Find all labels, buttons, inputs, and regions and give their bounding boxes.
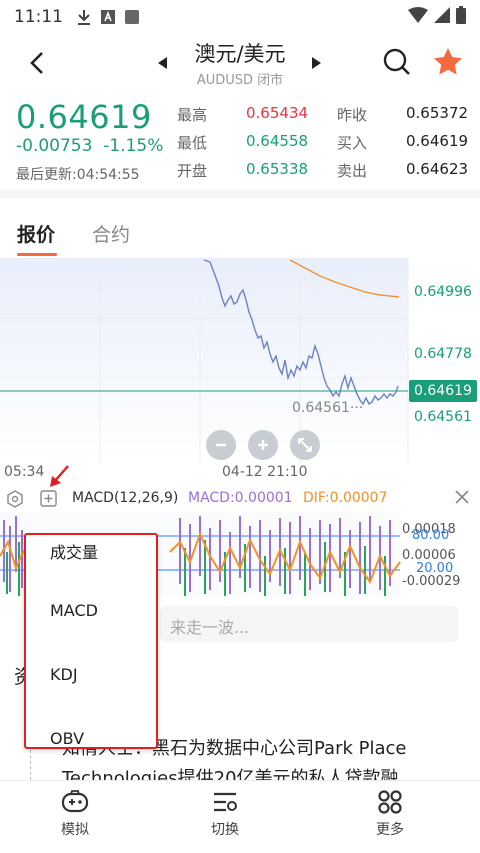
next-symbol-button[interactable]: [312, 54, 321, 73]
current-price-tag: 0.64619: [409, 380, 477, 402]
plus-icon: [258, 440, 268, 450]
zoom-in-button[interactable]: [248, 430, 278, 460]
fullscreen-button[interactable]: [290, 430, 320, 460]
nav-simulate-label: 模拟: [61, 822, 89, 838]
nav-switch[interactable]: 切换: [185, 789, 265, 839]
nav-switch-label: 切换: [211, 822, 239, 838]
stat-value-high: 0.65434: [246, 104, 309, 122]
add-indicator-button[interactable]: [40, 490, 57, 511]
star-icon: [434, 48, 462, 75]
stat-value-low: 0.64558: [246, 132, 309, 150]
chart-background: [0, 258, 408, 463]
dropdown-item-macd[interactable]: MACD: [50, 601, 98, 620]
battery-icon: [456, 5, 466, 29]
header: 澳元/美元 AUDUSD 闭市: [0, 34, 480, 90]
indicator-dropdown: 成交量 MACD KDJ OBV: [24, 533, 158, 749]
gamepad-icon: [61, 790, 89, 813]
close-icon: [455, 490, 469, 504]
macd-axis-label-5: -0.00029: [402, 574, 461, 589]
stat-value-open: 0.65338: [246, 160, 309, 178]
status-bar: 11:11: [0, 0, 480, 34]
status-time: 11:11: [14, 7, 63, 27]
x-axis-label-start: 05:34: [4, 464, 45, 480]
stat-label-low: 最低: [177, 134, 208, 152]
indicator-macd-value: MACD:0.00001: [188, 490, 293, 506]
dropdown-item-obv[interactable]: OBV: [50, 729, 84, 748]
min-price-value: 0.64561: [292, 400, 350, 416]
settings-icon: [7, 490, 23, 508]
dropdown-item-volume[interactable]: 成交量: [50, 539, 98, 563]
comment-input[interactable]: 来走一波...: [160, 606, 458, 642]
price-label-4: 0.64561: [414, 409, 472, 425]
triangle-right-icon: [312, 57, 321, 69]
indicator-name: MACD(12,26,9): [72, 490, 179, 506]
close-indicator-button[interactable]: [454, 489, 470, 509]
tab-contract[interactable]: 合约: [92, 220, 130, 247]
signal-icon: [434, 6, 450, 28]
macd-axis-label-2: 80.00: [412, 528, 450, 543]
dropdown-item-kdj[interactable]: KDJ: [50, 665, 78, 684]
price-change: -0.00753 -1.15%: [16, 136, 163, 156]
indicator-settings-button[interactable]: [6, 490, 24, 512]
tab-underline: [17, 253, 57, 256]
app-a-icon: [101, 10, 115, 24]
stat-label-ask: 卖出: [337, 162, 368, 180]
min-price-note: 0.64561···: [292, 400, 364, 416]
bottom-nav: 模拟 切换 更多: [0, 780, 480, 853]
square-icon: [125, 10, 139, 24]
favorite-button[interactable]: [432, 46, 464, 78]
price-chart[interactable]: 0.64996 0.64778 0.64619 0.64561 0.64561·…: [0, 258, 480, 488]
current-price: 0.64619: [16, 98, 152, 136]
expand-icon: [298, 438, 312, 452]
stat-label-bid: 买入: [337, 134, 368, 152]
add-box-icon: [40, 490, 57, 507]
change-value: -0.00753: [16, 136, 93, 156]
nav-simulate[interactable]: 模拟: [35, 789, 115, 839]
back-button[interactable]: [22, 48, 52, 78]
stat-value-bid: 0.64619: [406, 132, 469, 150]
last-updated: 最后更新:04:54:55: [16, 167, 140, 183]
x-axis-label-mid: 04-12 21:10: [222, 464, 308, 480]
stat-label-prev-close: 昨收: [337, 106, 368, 124]
nav-more-label: 更多: [376, 822, 404, 838]
title-block: 澳元/美元 AUDUSD 闭市: [150, 34, 330, 88]
stat-value-prev-close: 0.65372: [406, 104, 469, 122]
chevron-left-icon: [30, 52, 43, 74]
quote-panel: 0.64619 -0.00753 -1.15% 最后更新:04:54:55 最高…: [0, 90, 480, 198]
page-title: 澳元/美元: [194, 42, 286, 66]
switch-icon: [214, 792, 237, 812]
price-label-2: 0.64778: [414, 346, 472, 362]
wifi-icon: [408, 6, 428, 28]
search-button[interactable]: [381, 46, 413, 78]
tab-bar: 报价 合约: [0, 206, 480, 258]
price-label-1: 0.64996: [414, 284, 472, 300]
indicator-dif-value: DIF:0.00007: [303, 490, 388, 506]
grid-icon: [378, 790, 402, 814]
zoom-out-button[interactable]: [206, 430, 236, 460]
change-percent: -1.15%: [103, 136, 164, 156]
tab-quote[interactable]: 报价: [17, 220, 55, 247]
nav-more[interactable]: 更多: [350, 789, 430, 839]
page-subtitle: AUDUSD 闭市: [196, 73, 284, 88]
chart-canvas: [0, 258, 409, 463]
stat-label-high: 最高: [177, 106, 208, 124]
timeline-line: [30, 750, 32, 780]
stat-label-open: 开盘: [177, 162, 208, 180]
annotation-arrow-icon: [50, 465, 69, 487]
download-icon: [77, 10, 91, 25]
stat-value-ask: 0.64623: [406, 160, 469, 178]
minus-icon: [216, 443, 226, 447]
indicator-bar: MACD(12,26,9) MACD:0.00001 DIF:0.00007: [0, 488, 480, 510]
search-icon: [383, 48, 410, 75]
